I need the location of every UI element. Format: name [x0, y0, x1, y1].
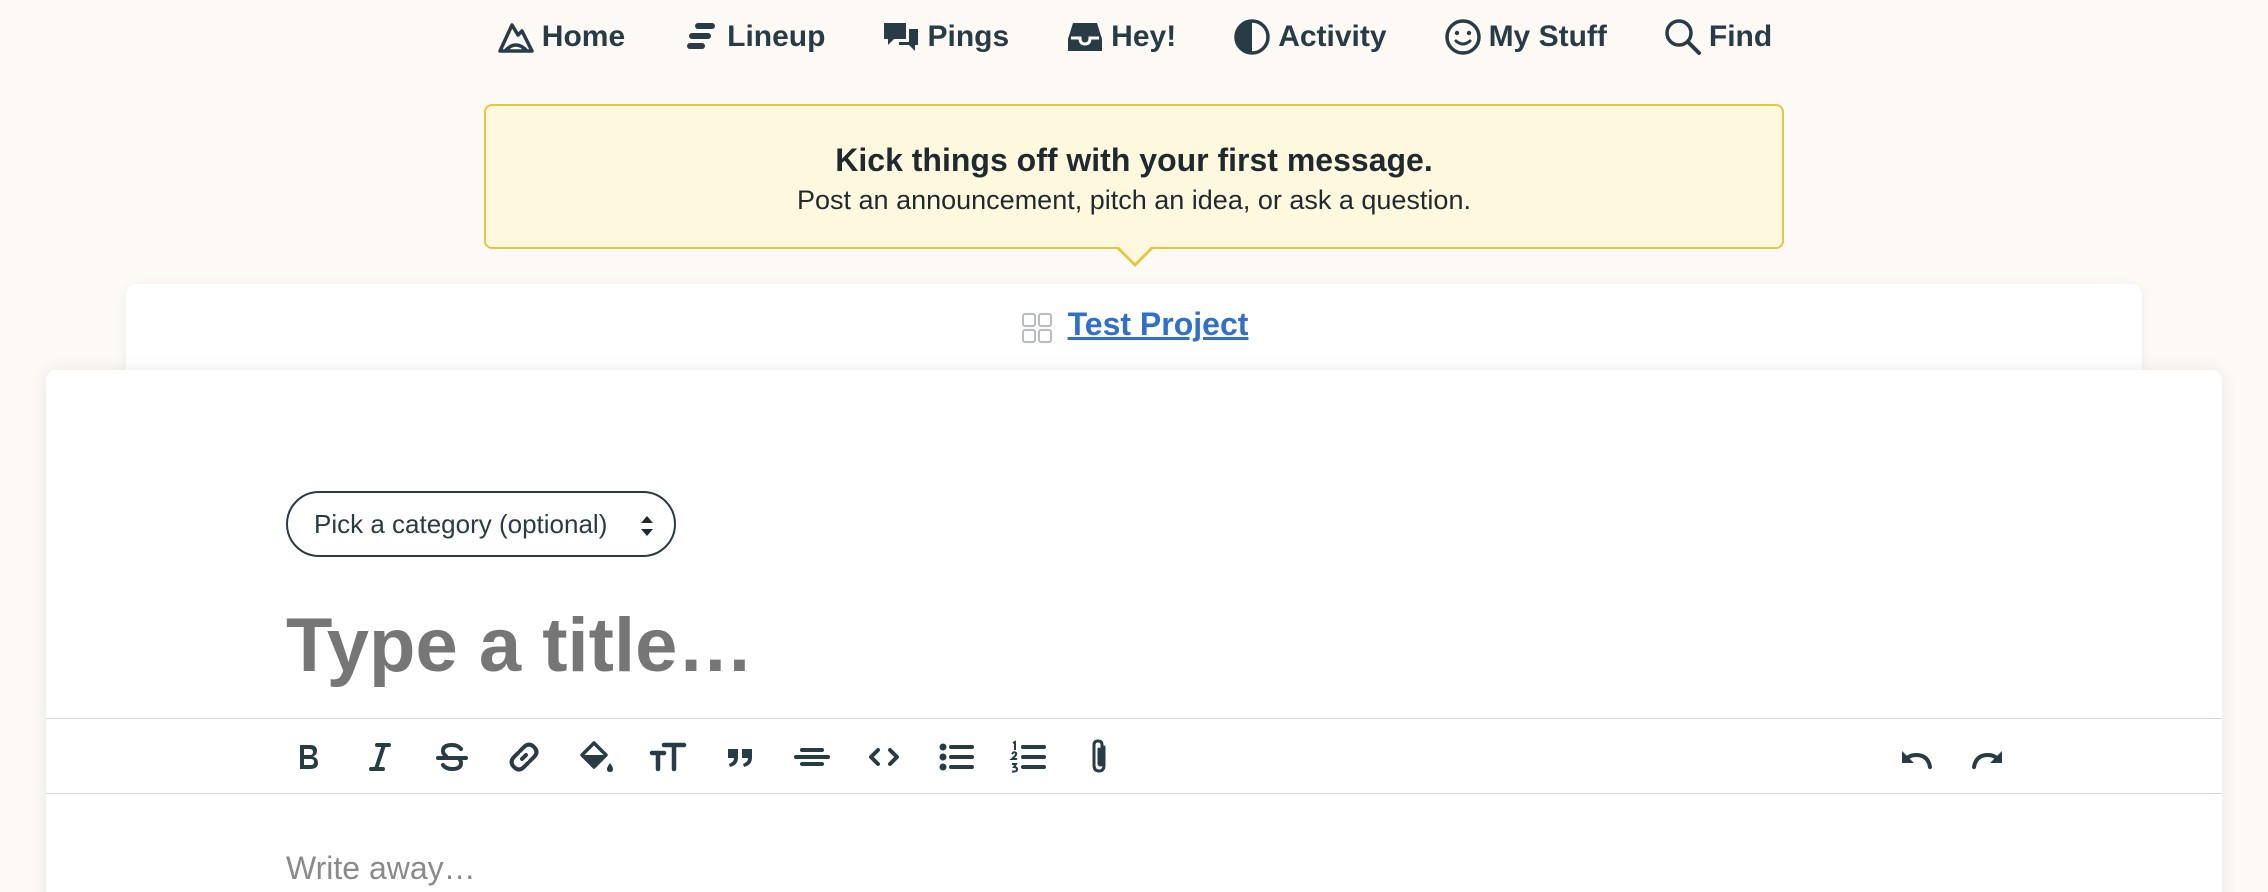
nav-activity[interactable]: Activity	[1204, 0, 1414, 74]
numbered-list-icon	[1009, 740, 1046, 773]
italic-button[interactable]	[356, 733, 404, 781]
search-icon	[1665, 19, 1701, 55]
category-select[interactable]: Pick a category (optional)	[286, 491, 676, 557]
editor-toolbar	[46, 718, 2222, 794]
nav-hey[interactable]: Hey!	[1037, 0, 1204, 74]
code-icon	[869, 748, 899, 766]
first-message-callout: Kick things off with your first message.…	[484, 104, 1784, 267]
nav-label: Pings	[927, 20, 1010, 53]
nav-lineup[interactable]: Lineup	[653, 0, 853, 74]
quote-button[interactable]	[716, 733, 764, 781]
nav-label: Lineup	[727, 20, 826, 53]
basecamp-mountain-icon	[498, 23, 534, 53]
bullet-list-button[interactable]	[932, 733, 980, 781]
attach-button[interactable]	[1076, 733, 1124, 781]
strikethrough-button[interactable]	[428, 733, 476, 781]
nav-label: Activity	[1278, 20, 1387, 53]
redo-icon	[1972, 751, 2002, 769]
category-select-value: Pick a category (optional)	[314, 508, 608, 539]
top-nav: Home Lineup Pings Hey! Activity My Stuff…	[0, 0, 2268, 74]
callout-pointer	[1116, 246, 1154, 267]
project-name: Test Project	[1067, 306, 1249, 342]
redo-button[interactable]	[1964, 733, 2012, 781]
title-input[interactable]	[286, 595, 1986, 695]
strikethrough-icon	[436, 742, 468, 772]
paperclip-icon	[1092, 739, 1106, 773]
text-size-icon	[649, 742, 687, 772]
code-button[interactable]	[860, 733, 908, 781]
link-button[interactable]	[500, 733, 548, 781]
horizontal-rule-icon	[794, 748, 830, 766]
heading-button[interactable]	[644, 733, 692, 781]
undo-button[interactable]	[1892, 733, 1940, 781]
numbered-list-button[interactable]	[1004, 733, 1052, 781]
paint-bucket-icon	[580, 741, 613, 772]
nav-label: Hey!	[1111, 20, 1177, 53]
nav-my-stuff[interactable]: My Stuff	[1415, 0, 1635, 74]
horizontal-rule-button[interactable]	[788, 733, 836, 781]
nav-home[interactable]: Home	[468, 0, 653, 74]
undo-icon	[1902, 751, 1932, 769]
bold-button[interactable]	[284, 733, 332, 781]
italic-icon	[369, 743, 391, 771]
color-button[interactable]	[572, 733, 620, 781]
link-icon	[509, 742, 539, 772]
project-grid-icon	[1021, 313, 1052, 343]
nav-label: My Stuff	[1488, 20, 1607, 53]
bullet-list-icon	[939, 743, 974, 771]
nav-find[interactable]: Find	[1635, 0, 1800, 74]
select-arrows-icon	[641, 516, 653, 536]
quote-icon	[728, 749, 752, 767]
nav-label: Find	[1708, 20, 1773, 53]
chat-bubbles-icon	[884, 23, 919, 51]
lineup-icon	[687, 23, 716, 49]
bold-icon	[300, 745, 318, 769]
nav-label: Home	[541, 20, 626, 53]
callout-subtitle: Post an announcement, pitch an idea, or …	[797, 185, 1471, 215]
nav-pings[interactable]: Pings	[853, 0, 1037, 74]
inbox-tray-icon	[1068, 23, 1103, 51]
pie-clock-icon	[1234, 19, 1270, 55]
smiley-face-icon	[1444, 19, 1481, 55]
message-body-editor[interactable]: Write away…	[286, 850, 476, 887]
callout-title: Kick things off with your first message.	[835, 142, 1433, 178]
message-composer: Pick a category (optional) Type a title……	[46, 370, 2222, 892]
